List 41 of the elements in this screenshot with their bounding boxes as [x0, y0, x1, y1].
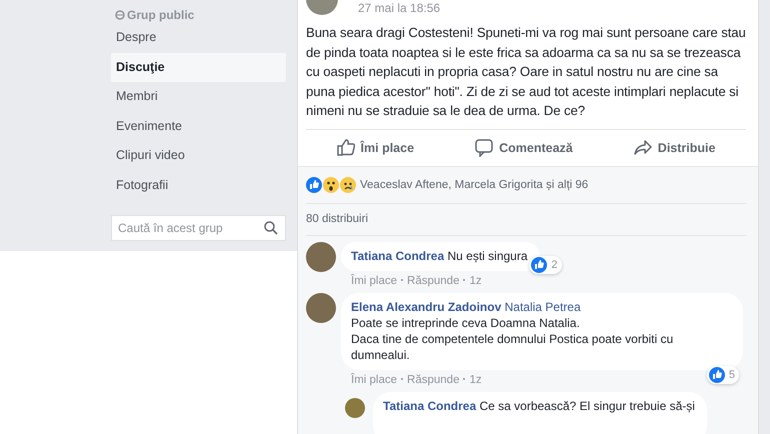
separator-dot	[401, 378, 404, 380]
reactions-summary[interactable]: Veaceslav Aftene, Marcela Grigorita și alți 96	[360, 178, 588, 190]
post-date[interactable]: 27 mai la 18:56	[358, 1, 440, 15]
speech-bubble-icon	[475, 138, 494, 157]
sidebar-item[interactable]: Discuţie	[111, 52, 286, 82]
comment-time[interactable]: 1z	[469, 274, 482, 286]
globe-icon	[115, 10, 125, 20]
sidebar-item[interactable]: Membri	[111, 82, 286, 112]
comment-action-link[interactable]: Răspunde	[407, 274, 460, 286]
share-arrow-icon	[634, 138, 652, 157]
search-field[interactable]: Caută în acest grup	[111, 214, 286, 241]
separator-dot	[463, 279, 466, 282]
comment-action-link[interactable]: Îmi place	[351, 374, 398, 386]
comment-time[interactable]: 1z	[469, 374, 482, 386]
comment-text: Tatiana Condrea Nu ești singura	[351, 248, 528, 264]
sidebar-item[interactable]: Evenimente	[111, 112, 286, 142]
wow-reaction-icon	[323, 176, 339, 192]
search-icon	[264, 220, 278, 235]
like-count-badge[interactable]: 2	[529, 256, 562, 274]
comment-text: Elena Alexandru Zadoinov Natalia Petrea Poate se intreprinde ceva Doamna Natalia. Daca tine de competentele domnului Postica poate vorbiti cu dumnealui.	[351, 298, 674, 362]
sidebar-item[interactable]: Despre	[111, 23, 286, 53]
shares-count[interactable]: 80 distribuiri	[306, 204, 746, 236]
comment-action-link[interactable]: Răspunde	[407, 374, 460, 386]
avatar	[306, 292, 336, 322]
separator-dot	[463, 378, 466, 380]
post-text: Buna seara dragi Costesteni! Spuneti-mi va rog mai sunt persoane care stau de pinda toata noaptea si le este frica sa adoarma ca sa nu sa se trezeasca cu oaspeti neplacuti in propria casa? Oare in satul nostru nu are cine sa puna piedica acestor" hoti". Zi de zi se aud tot aceste intimplari neplacute si nimeni nu se straduie sa le dea de urma. De ce?	[306, 24, 746, 120]
like-count-badge[interactable]: 5	[706, 366, 739, 384]
comment-text: Tatiana Condrea Ce sa vorbească? El singur trebuie să-și	[383, 398, 695, 414]
share-button[interactable]: Distribuie	[626, 134, 724, 161]
comment-action-link[interactable]: Îmi place	[351, 274, 398, 286]
like-icon	[336, 138, 355, 157]
avatar	[306, 242, 336, 272]
like-button[interactable]: Îmi place	[328, 134, 422, 161]
like-reaction-icon	[306, 176, 322, 192]
group-privacy-label: Grup public	[115, 7, 286, 23]
sad-reaction-icon	[340, 176, 356, 192]
avatar	[345, 398, 365, 418]
comment-button[interactable]: Comentează	[467, 134, 581, 161]
sidebar-item[interactable]: Fotografii	[111, 170, 286, 201]
sidebar-item[interactable]: Clipuri video	[111, 141, 286, 171]
separator-dot	[401, 279, 404, 282]
